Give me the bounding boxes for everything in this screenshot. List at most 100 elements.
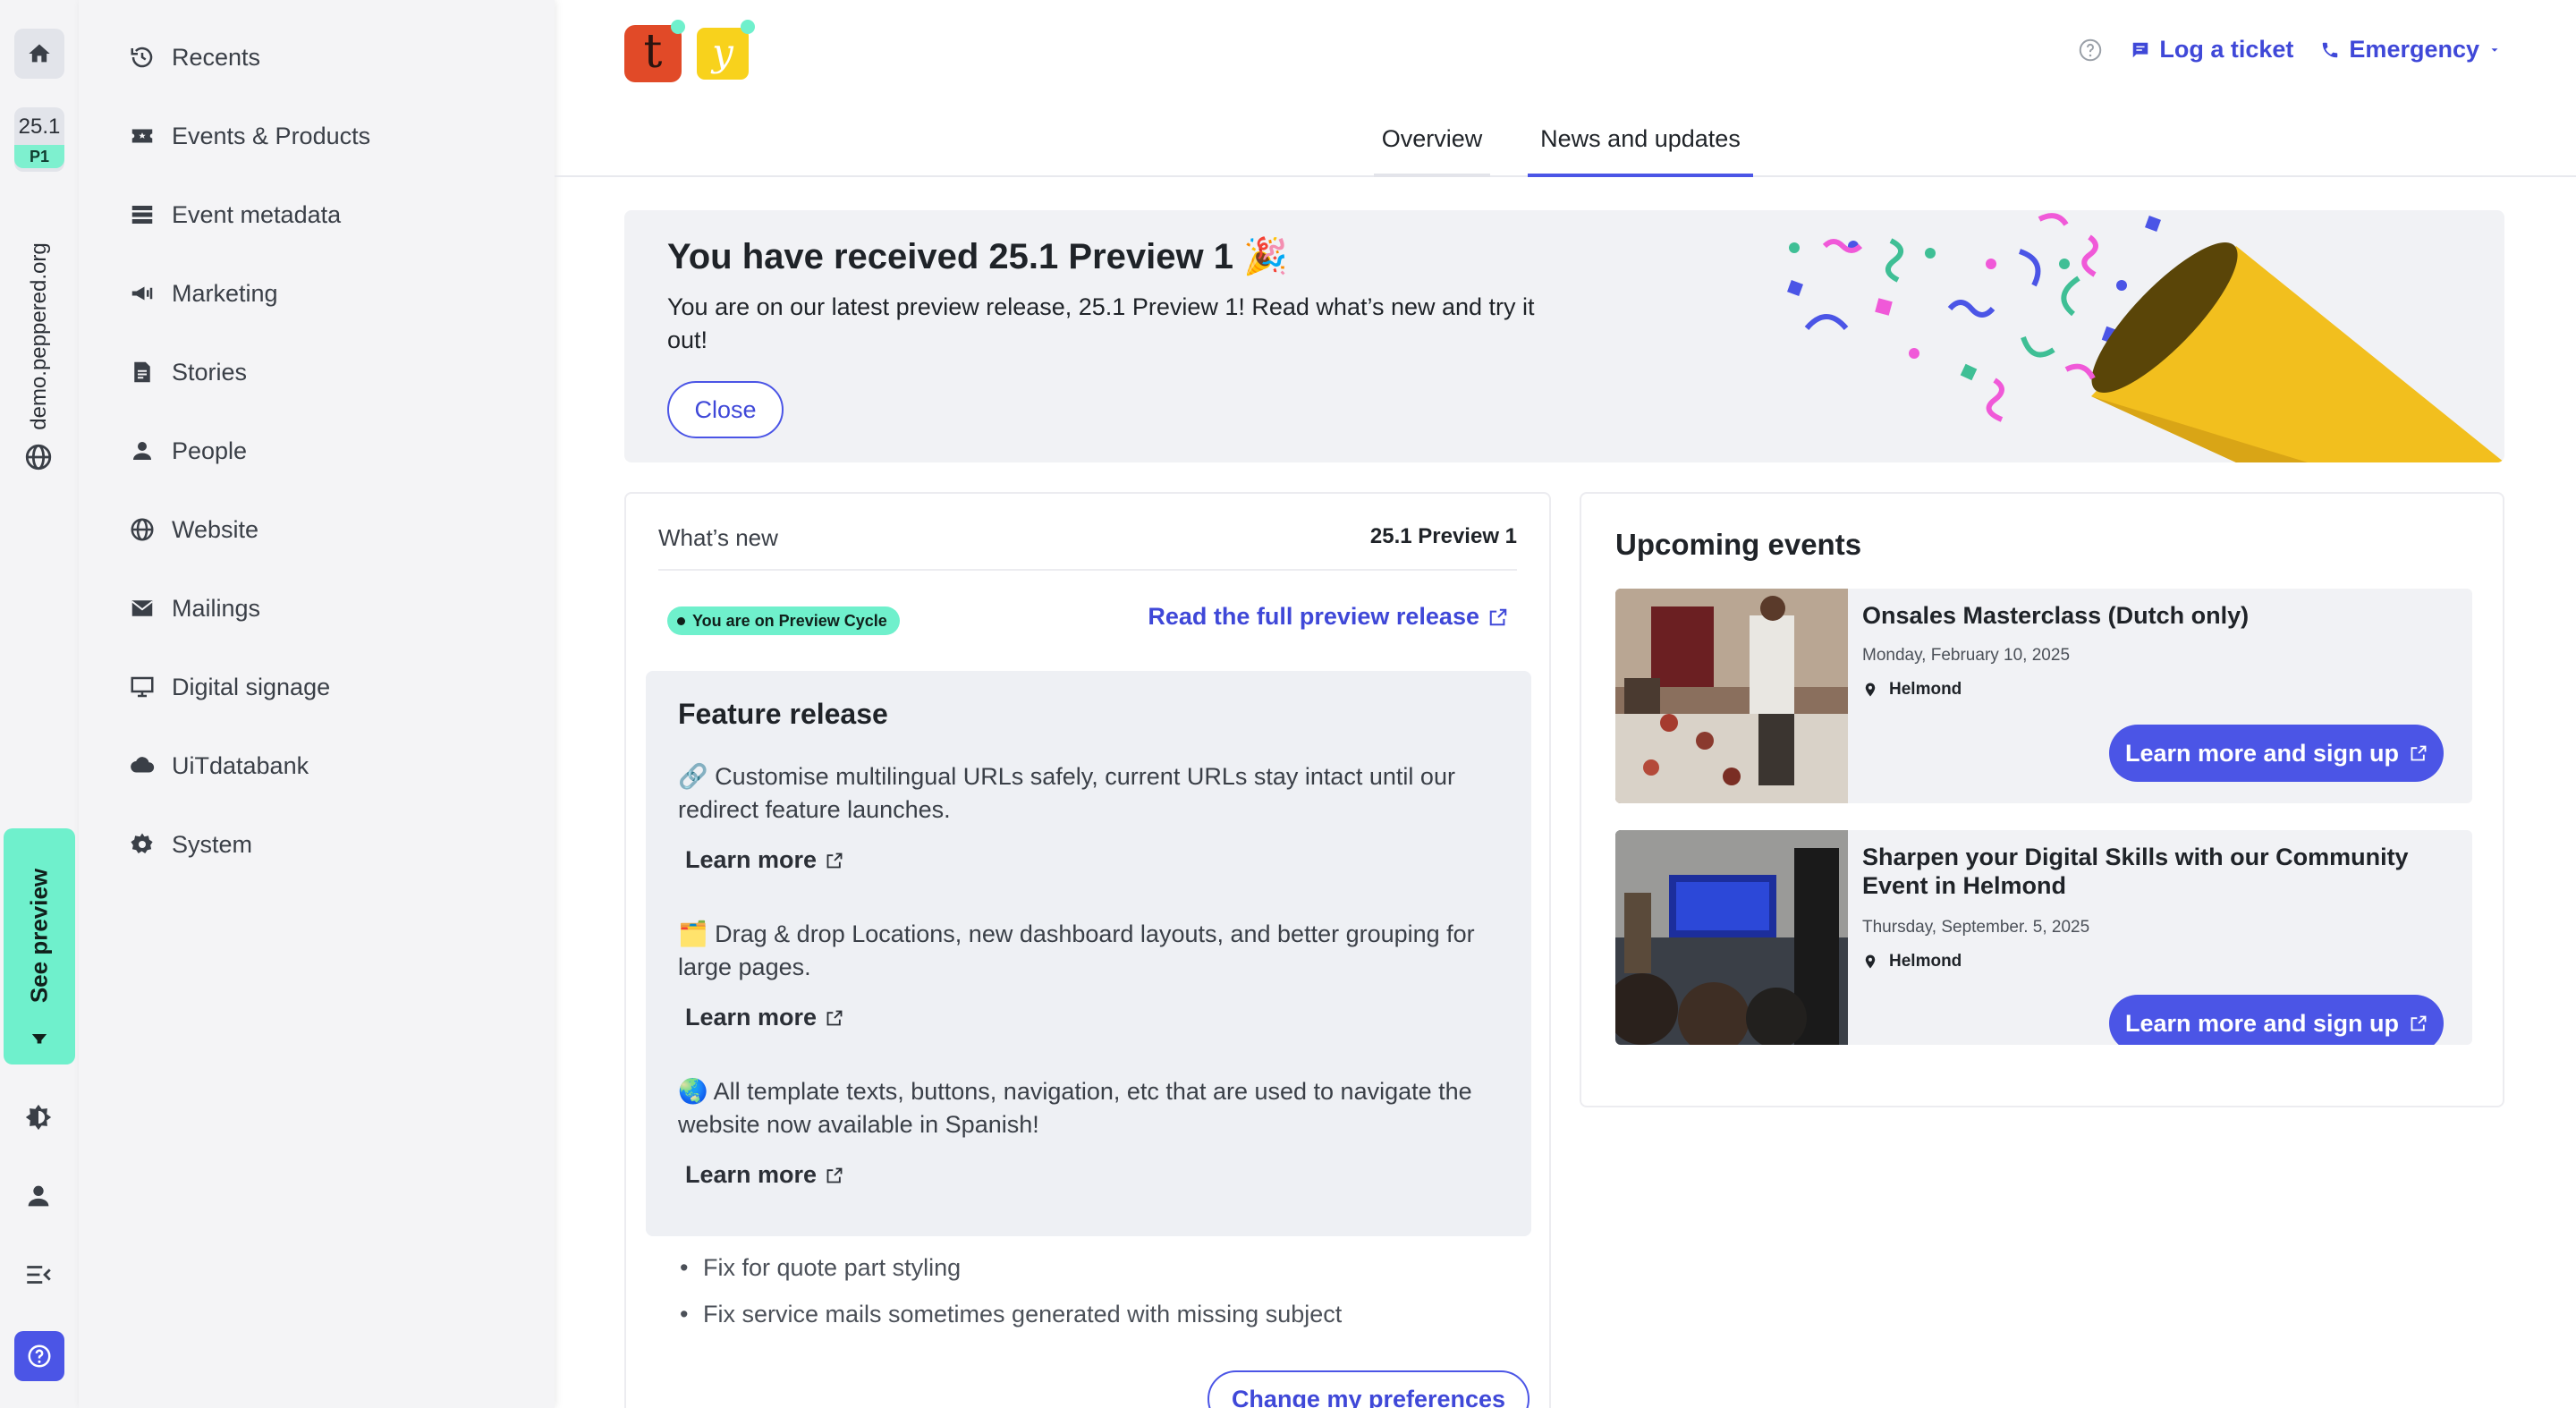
logo-y[interactable]: y [694, 25, 751, 82]
sidebar-item-label: Mailings [172, 594, 261, 622]
event-card: Onsales Masterclass (Dutch only) Monday,… [1615, 589, 2472, 803]
banner-title: You have received 25.1 Preview 1 🎉 [667, 237, 1288, 276]
event-title: Sharpen your Digital Skills with our Com… [1862, 844, 2409, 899]
sidebar-item-system[interactable]: System [129, 823, 252, 866]
sidebar-item-label: Digital signage [172, 673, 331, 700]
external-link-icon [826, 1167, 843, 1183]
home-button[interactable] [14, 29, 64, 79]
person-icon [133, 442, 151, 460]
tab-overview[interactable]: Overview [1374, 125, 1490, 177]
external-link-icon [1489, 608, 1507, 625]
theme-toggle-icon[interactable] [23, 1102, 54, 1132]
sidebar-item-uitdatabank[interactable]: UiTdatabank [129, 744, 309, 787]
sidebar-item-mailings[interactable]: Mailings [129, 587, 260, 630]
logo-t[interactable]: t [624, 25, 682, 82]
read-full-release-label: Read the full preview release [1148, 603, 1479, 630]
gear-icon [131, 833, 153, 853]
version-indicator[interactable]: 25.1 P1 [14, 107, 64, 172]
sidebar-item-label: Marketing [172, 279, 278, 307]
upcoming-events-title: Upcoming events [1615, 528, 1862, 561]
main-content: t y Log a ticket Emergency Overview News… [555, 0, 2576, 1408]
sidebar-item-label: People [172, 437, 248, 464]
sidebar-item-digital-signage[interactable]: Digital signage [129, 666, 330, 708]
external-link-icon [826, 852, 843, 868]
upcoming-events-card: Upcoming events Onsales Masterclass (Dut… [1580, 492, 2504, 1107]
sidebar-item-label: Recents [172, 43, 261, 71]
location-pin-icon [1865, 683, 1876, 697]
external-link-icon [2411, 745, 2427, 761]
storage-icon [131, 206, 153, 224]
tab-bar: Overview News and updates [555, 116, 2576, 177]
profile-icon[interactable] [23, 1181, 54, 1211]
sidebar-item-stories[interactable]: Stories [129, 351, 247, 394]
external-link-icon [826, 1010, 843, 1025]
preview-banner: You have received 25.1 Preview 1 🎉 You a… [624, 210, 2504, 462]
event-location: Helmond [1862, 680, 1962, 700]
feature-item: 🗂️ Drag & drop Locations, new dashboard … [678, 920, 1475, 980]
list-item: Fix for quote part styling [680, 1254, 1342, 1301]
list-item: Fix service mails sometimes generated wi… [680, 1301, 1342, 1347]
status-dot [671, 20, 685, 34]
sidebar-item-people[interactable]: People [129, 429, 247, 472]
event-photo [1615, 830, 1848, 1045]
document-icon [134, 361, 150, 383]
globe-icon [131, 518, 154, 541]
domain-label: demo.peppered.org [27, 242, 51, 430]
change-preferences-button[interactable]: Change my preferences [1208, 1370, 1530, 1408]
globe-icon[interactable] [23, 442, 54, 472]
learn-more-signup-button[interactable]: Learn more and sign up [2109, 725, 2444, 782]
link-emoji: 🔗 [678, 763, 708, 790]
read-full-release-link[interactable]: Read the full preview release [1148, 603, 1508, 631]
folder-emoji: 🗂️ [678, 920, 708, 947]
ticket-icon [131, 129, 153, 143]
learn-more-link[interactable]: Learn more [685, 1004, 843, 1031]
left-rail: 25.1 P1 demo.peppered.org See preview [0, 0, 79, 1408]
sidebar-item-events-products[interactable]: Events & Products [129, 115, 370, 157]
sidebar-item-label: Website [172, 515, 259, 543]
collapse-menu-icon[interactable] [23, 1260, 54, 1290]
event-date: Monday, February 10, 2025 [1862, 646, 2071, 665]
monitor-icon [131, 676, 154, 698]
learn-more-link[interactable]: Learn more [685, 846, 843, 874]
top-actions: Log a ticket Emergency [2077, 36, 2501, 64]
banner-text: You are on our latest preview release, 2… [667, 293, 1535, 353]
close-button[interactable]: Close [667, 381, 784, 438]
event-title: Onsales Masterclass (Dutch only) [1862, 602, 2250, 629]
see-preview-label: See preview [25, 868, 53, 1004]
cloud-icon [131, 757, 155, 773]
sidebar-item-website[interactable]: Website [129, 508, 258, 551]
preview-cycle-badge: You are on Preview Cycle [667, 606, 900, 635]
party-popper-illustration [1787, 213, 2504, 462]
event-date: Thursday, September. 5, 2025 [1862, 918, 2090, 937]
feature-item: 🔗 Customise multilingual URLs safely, cu… [678, 763, 1455, 823]
sidebar-item-event-metadata[interactable]: Event metadata [129, 193, 341, 236]
sidebar-nav: Recents Events & Products Event metadata… [79, 0, 555, 1408]
external-link-icon [2411, 1015, 2427, 1031]
history-icon [131, 47, 153, 68]
feature-item: 🌏 All template texts, buttons, navigatio… [678, 1078, 1472, 1138]
event-location: Helmond [1862, 952, 1962, 971]
feature-release-title: Feature release [678, 698, 888, 730]
learn-more-link[interactable]: Learn more [685, 1161, 843, 1189]
help-button[interactable] [14, 1331, 64, 1381]
help-circle-icon[interactable] [2077, 37, 2104, 64]
emergency-label: Emergency [2349, 36, 2479, 63]
emergency-dropdown[interactable]: Emergency [2320, 36, 2501, 64]
status-dot [741, 20, 755, 34]
sidebar-item-label: UiTdatabank [172, 751, 309, 779]
fixes-list: Fix for quote part styling Fix service m… [680, 1254, 1342, 1347]
phone-icon [2323, 42, 2338, 57]
sidebar-item-recents[interactable]: Recents [129, 36, 260, 79]
log-ticket-button[interactable]: Log a ticket [2131, 36, 2293, 64]
see-preview-button[interactable]: See preview [4, 828, 75, 1064]
globe-emoji: 🌏 [678, 1078, 708, 1105]
home-icon [29, 44, 50, 63]
learn-more-signup-button[interactable]: Learn more and sign up [2109, 995, 2444, 1045]
caret-down-icon [2491, 47, 2498, 52]
sidebar-item-marketing[interactable]: Marketing [129, 272, 278, 315]
whats-new-header: What’s new 25.1 Preview 1 [658, 519, 1517, 571]
tab-news-and-updates[interactable]: News and updates [1528, 125, 1753, 177]
event-photo [1615, 589, 1848, 803]
sidebar-item-label: System [172, 830, 253, 858]
mail-icon [131, 600, 153, 616]
